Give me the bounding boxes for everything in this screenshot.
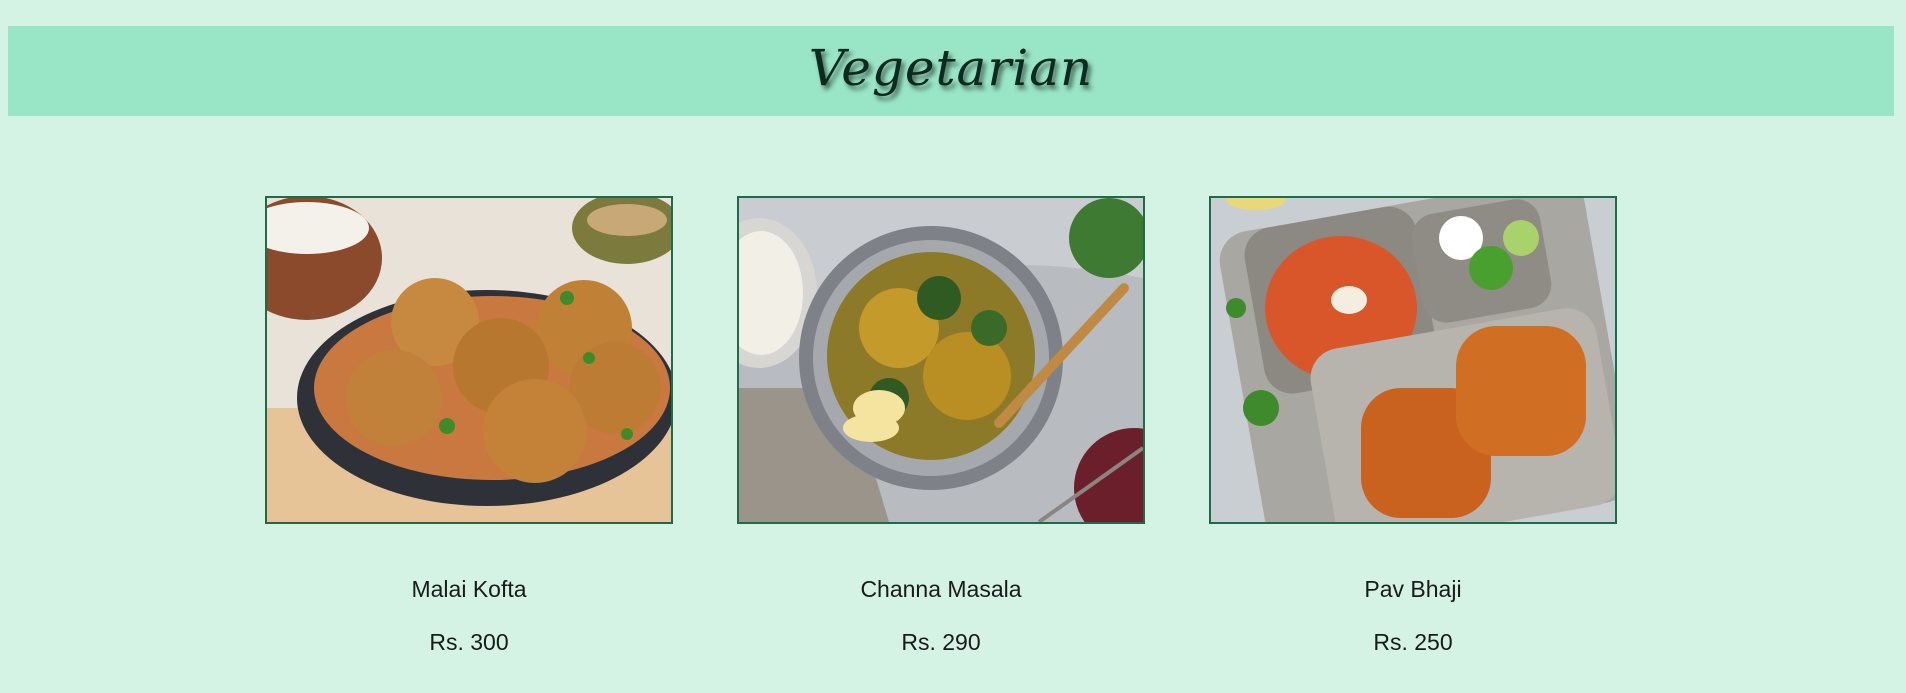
dish-name: Pav Bhaji <box>1364 576 1462 602</box>
dish-name: Channa Masala <box>860 576 1022 602</box>
pav-bhaji-image <box>1211 198 1615 522</box>
dish-price: Rs. 250 <box>1373 629 1453 655</box>
menu-card-malai-kofta[interactable]: Malai Kofta Rs. 300 <box>265 196 673 656</box>
malai-kofta-photo[interactable] <box>265 196 673 524</box>
malai-kofta-image <box>267 198 671 522</box>
dish-price: Rs. 290 <box>901 629 981 655</box>
category-banner: Vegetarian <box>8 26 1894 116</box>
category-title: Vegetarian <box>808 39 1094 97</box>
dish-price: Rs. 300 <box>429 629 509 655</box>
menu-card-pav-bhaji[interactable]: Pav Bhaji Rs. 250 <box>1209 196 1617 656</box>
dish-name: Malai Kofta <box>411 576 527 602</box>
pav-bhaji-photo[interactable] <box>1209 196 1617 524</box>
channa-masala-image <box>739 198 1143 522</box>
menu-card-channa-masala[interactable]: Channa Masala Rs. 290 <box>737 196 1145 656</box>
channa-masala-photo[interactable] <box>737 196 1145 524</box>
